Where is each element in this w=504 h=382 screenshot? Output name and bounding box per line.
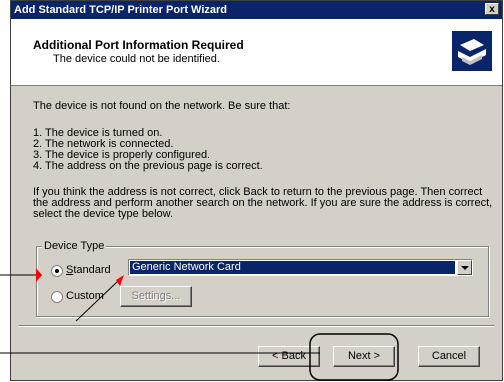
arrow-pointer-select <box>116 275 124 286</box>
callout-line-select <box>75 280 119 322</box>
next-button-highlight <box>309 333 399 381</box>
arrow-pointer-standard <box>36 268 42 282</box>
annotation-overlay <box>0 268 399 381</box>
